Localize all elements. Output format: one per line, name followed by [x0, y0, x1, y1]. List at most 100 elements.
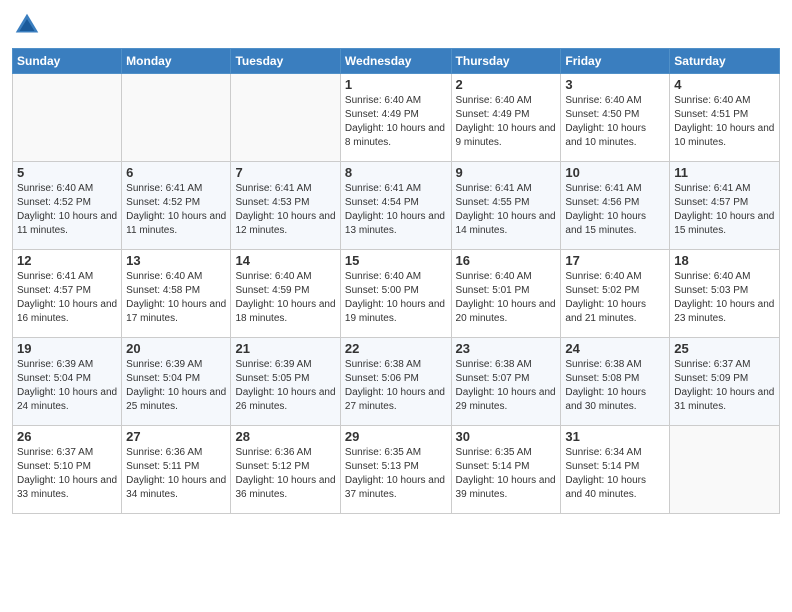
day-info: Sunrise: 6:40 AMSunset: 4:52 PMDaylight:…	[17, 182, 117, 238]
col-saturday: Saturday	[670, 49, 780, 74]
day-info: Sunrise: 6:41 AMSunset: 4:56 PMDaylight:…	[565, 182, 665, 238]
day-number: 28	[235, 429, 335, 444]
table-row: 5 Sunrise: 6:40 AMSunset: 4:52 PMDayligh…	[13, 162, 122, 250]
calendar-header-row: Sunday Monday Tuesday Wednesday Thursday…	[13, 49, 780, 74]
day-number: 22	[345, 341, 447, 356]
day-number: 6	[126, 165, 226, 180]
day-info: Sunrise: 6:41 AMSunset: 4:52 PMDaylight:…	[126, 182, 226, 238]
day-number: 17	[565, 253, 665, 268]
table-row: 4 Sunrise: 6:40 AMSunset: 4:51 PMDayligh…	[670, 74, 780, 162]
calendar-week-row: 12 Sunrise: 6:41 AMSunset: 4:57 PMDaylig…	[13, 250, 780, 338]
day-info: Sunrise: 6:35 AMSunset: 5:14 PMDaylight:…	[456, 446, 557, 502]
calendar-week-row: 19 Sunrise: 6:39 AMSunset: 5:04 PMDaylig…	[13, 338, 780, 426]
day-number: 25	[674, 341, 775, 356]
day-number: 16	[456, 253, 557, 268]
calendar-week-row: 26 Sunrise: 6:37 AMSunset: 5:10 PMDaylig…	[13, 426, 780, 514]
table-row: 9 Sunrise: 6:41 AMSunset: 4:55 PMDayligh…	[451, 162, 561, 250]
page-header	[12, 10, 780, 40]
table-row: 3 Sunrise: 6:40 AMSunset: 4:50 PMDayligh…	[561, 74, 670, 162]
day-number: 9	[456, 165, 557, 180]
day-info: Sunrise: 6:35 AMSunset: 5:13 PMDaylight:…	[345, 446, 447, 502]
table-row: 23 Sunrise: 6:38 AMSunset: 5:07 PMDaylig…	[451, 338, 561, 426]
day-info: Sunrise: 6:41 AMSunset: 4:53 PMDaylight:…	[235, 182, 335, 238]
day-number: 10	[565, 165, 665, 180]
table-row: 30 Sunrise: 6:35 AMSunset: 5:14 PMDaylig…	[451, 426, 561, 514]
day-number: 20	[126, 341, 226, 356]
table-row: 25 Sunrise: 6:37 AMSunset: 5:09 PMDaylig…	[670, 338, 780, 426]
table-row: 13 Sunrise: 6:40 AMSunset: 4:58 PMDaylig…	[122, 250, 231, 338]
day-info: Sunrise: 6:39 AMSunset: 5:04 PMDaylight:…	[126, 358, 226, 414]
day-info: Sunrise: 6:40 AMSunset: 5:00 PMDaylight:…	[345, 270, 447, 326]
day-info: Sunrise: 6:36 AMSunset: 5:11 PMDaylight:…	[126, 446, 226, 502]
day-info: Sunrise: 6:37 AMSunset: 5:09 PMDaylight:…	[674, 358, 775, 414]
day-info: Sunrise: 6:41 AMSunset: 4:57 PMDaylight:…	[674, 182, 775, 238]
day-number: 19	[17, 341, 117, 356]
day-info: Sunrise: 6:41 AMSunset: 4:55 PMDaylight:…	[456, 182, 557, 238]
day-info: Sunrise: 6:38 AMSunset: 5:06 PMDaylight:…	[345, 358, 447, 414]
table-row: 20 Sunrise: 6:39 AMSunset: 5:04 PMDaylig…	[122, 338, 231, 426]
table-row: 28 Sunrise: 6:36 AMSunset: 5:12 PMDaylig…	[231, 426, 340, 514]
day-info: Sunrise: 6:39 AMSunset: 5:04 PMDaylight:…	[17, 358, 117, 414]
col-monday: Monday	[122, 49, 231, 74]
logo	[12, 10, 46, 40]
day-number: 24	[565, 341, 665, 356]
day-number: 12	[17, 253, 117, 268]
day-number: 26	[17, 429, 117, 444]
day-number: 8	[345, 165, 447, 180]
table-row: 14 Sunrise: 6:40 AMSunset: 4:59 PMDaylig…	[231, 250, 340, 338]
day-info: Sunrise: 6:40 AMSunset: 5:02 PMDaylight:…	[565, 270, 665, 326]
logo-icon	[12, 10, 42, 40]
day-info: Sunrise: 6:37 AMSunset: 5:10 PMDaylight:…	[17, 446, 117, 502]
calendar-week-row: 1 Sunrise: 6:40 AMSunset: 4:49 PMDayligh…	[13, 74, 780, 162]
table-row: 24 Sunrise: 6:38 AMSunset: 5:08 PMDaylig…	[561, 338, 670, 426]
col-thursday: Thursday	[451, 49, 561, 74]
table-row: 8 Sunrise: 6:41 AMSunset: 4:54 PMDayligh…	[340, 162, 451, 250]
day-info: Sunrise: 6:40 AMSunset: 5:01 PMDaylight:…	[456, 270, 557, 326]
table-row	[231, 74, 340, 162]
day-number: 3	[565, 77, 665, 92]
day-info: Sunrise: 6:40 AMSunset: 4:51 PMDaylight:…	[674, 94, 775, 150]
table-row: 17 Sunrise: 6:40 AMSunset: 5:02 PMDaylig…	[561, 250, 670, 338]
table-row: 15 Sunrise: 6:40 AMSunset: 5:00 PMDaylig…	[340, 250, 451, 338]
day-number: 15	[345, 253, 447, 268]
table-row: 7 Sunrise: 6:41 AMSunset: 4:53 PMDayligh…	[231, 162, 340, 250]
day-number: 23	[456, 341, 557, 356]
col-wednesday: Wednesday	[340, 49, 451, 74]
day-info: Sunrise: 6:40 AMSunset: 4:59 PMDaylight:…	[235, 270, 335, 326]
day-number: 5	[17, 165, 117, 180]
day-number: 27	[126, 429, 226, 444]
day-number: 21	[235, 341, 335, 356]
day-number: 31	[565, 429, 665, 444]
day-info: Sunrise: 6:40 AMSunset: 4:58 PMDaylight:…	[126, 270, 226, 326]
page-container: Sunday Monday Tuesday Wednesday Thursday…	[0, 0, 792, 524]
table-row: 19 Sunrise: 6:39 AMSunset: 5:04 PMDaylig…	[13, 338, 122, 426]
day-number: 4	[674, 77, 775, 92]
table-row: 18 Sunrise: 6:40 AMSunset: 5:03 PMDaylig…	[670, 250, 780, 338]
table-row: 2 Sunrise: 6:40 AMSunset: 4:49 PMDayligh…	[451, 74, 561, 162]
table-row: 1 Sunrise: 6:40 AMSunset: 4:49 PMDayligh…	[340, 74, 451, 162]
table-row: 29 Sunrise: 6:35 AMSunset: 5:13 PMDaylig…	[340, 426, 451, 514]
table-row: 6 Sunrise: 6:41 AMSunset: 4:52 PMDayligh…	[122, 162, 231, 250]
day-info: Sunrise: 6:40 AMSunset: 4:50 PMDaylight:…	[565, 94, 665, 150]
col-sunday: Sunday	[13, 49, 122, 74]
day-number: 1	[345, 77, 447, 92]
table-row: 16 Sunrise: 6:40 AMSunset: 5:01 PMDaylig…	[451, 250, 561, 338]
day-info: Sunrise: 6:40 AMSunset: 4:49 PMDaylight:…	[345, 94, 447, 150]
table-row	[13, 74, 122, 162]
day-info: Sunrise: 6:38 AMSunset: 5:08 PMDaylight:…	[565, 358, 665, 414]
day-info: Sunrise: 6:41 AMSunset: 4:57 PMDaylight:…	[17, 270, 117, 326]
table-row: 27 Sunrise: 6:36 AMSunset: 5:11 PMDaylig…	[122, 426, 231, 514]
day-number: 14	[235, 253, 335, 268]
day-number: 13	[126, 253, 226, 268]
table-row: 31 Sunrise: 6:34 AMSunset: 5:14 PMDaylig…	[561, 426, 670, 514]
calendar-week-row: 5 Sunrise: 6:40 AMSunset: 4:52 PMDayligh…	[13, 162, 780, 250]
table-row	[122, 74, 231, 162]
day-number: 2	[456, 77, 557, 92]
day-info: Sunrise: 6:40 AMSunset: 4:49 PMDaylight:…	[456, 94, 557, 150]
calendar-table: Sunday Monday Tuesday Wednesday Thursday…	[12, 48, 780, 514]
table-row: 21 Sunrise: 6:39 AMSunset: 5:05 PMDaylig…	[231, 338, 340, 426]
day-number: 11	[674, 165, 775, 180]
table-row	[670, 426, 780, 514]
day-info: Sunrise: 6:38 AMSunset: 5:07 PMDaylight:…	[456, 358, 557, 414]
table-row: 10 Sunrise: 6:41 AMSunset: 4:56 PMDaylig…	[561, 162, 670, 250]
